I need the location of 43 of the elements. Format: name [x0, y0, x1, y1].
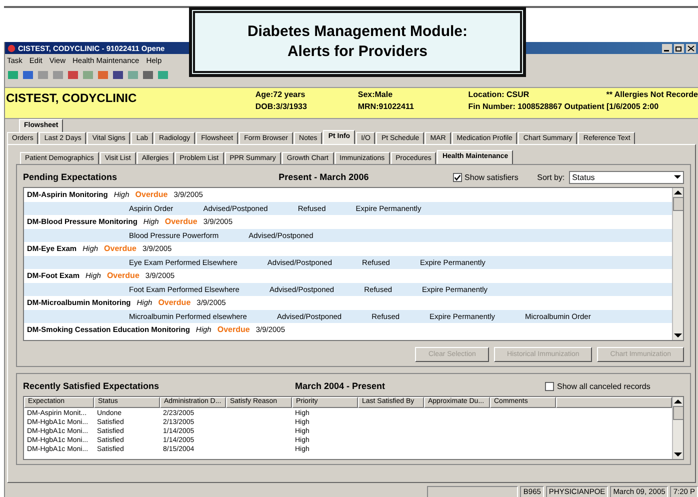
checkbox-label: Show all canceled records [557, 382, 650, 390]
scrollbar[interactable] [672, 397, 683, 459]
date-range: Present - March 2006 [278, 172, 370, 182]
restore-icon[interactable] [674, 44, 684, 52]
sort-dropdown[interactable]: Status [569, 170, 684, 184]
patient-info: Location: CSUR [468, 90, 530, 99]
callout-title: Diabetes Management Module: [247, 22, 468, 42]
status-text: Overdue [217, 325, 250, 334]
scroll-down-icon[interactable] [674, 452, 682, 457]
patient-info: Age:72 years [255, 90, 306, 99]
status-text: Overdue [158, 298, 191, 308]
callout-title: Alerts for Providers [287, 42, 428, 62]
scrollbar[interactable] [672, 188, 683, 340]
scroll-thumb[interactable] [672, 197, 683, 211]
sort-label: Sort by: [537, 172, 566, 182]
patient-info: Fin Number: 1008528867 Outpatient [1/6/2005 2:00 [468, 102, 660, 111]
app-icon [7, 44, 16, 52]
patient-name: CISTEST, CODYCLINIC [5, 90, 138, 105]
patient-info: DOB:3/3/1933 [255, 102, 308, 111]
status-text: Overdue [106, 271, 140, 280]
toolbar-icon[interactable] [67, 68, 79, 80]
patient-info: MRN:91022411 [358, 102, 415, 111]
checkbox-label: Show satisfiers [464, 172, 518, 182]
section-title: Recently Satisfied Expectations [23, 381, 160, 391]
toolbar-icon[interactable] [112, 68, 124, 80]
toolbar-icon[interactable] [142, 68, 154, 80]
status-text: Overdue [164, 217, 198, 226]
scroll-up-icon[interactable] [674, 190, 682, 195]
date-range: March 2004 - Present [295, 381, 386, 391]
minimize-icon[interactable] [662, 44, 672, 52]
close-icon[interactable] [686, 44, 696, 52]
patient-info: Sex:Male [358, 90, 394, 99]
section-title: Pending Expectations [23, 172, 118, 182]
toolbar-icon[interactable] [22, 68, 34, 80]
scroll-up-icon[interactable] [674, 399, 682, 404]
status-text: Overdue [135, 190, 168, 200]
allergy-label: ** Allergies Not Recorde [606, 90, 698, 99]
status-text: Overdue [104, 244, 137, 254]
scroll-down-icon[interactable] [674, 333, 682, 338]
dropdown-arrow-icon [674, 174, 681, 178]
checkbox[interactable] [452, 172, 462, 182]
checkbox[interactable] [545, 382, 554, 390]
scroll-thumb[interactable] [672, 406, 683, 420]
